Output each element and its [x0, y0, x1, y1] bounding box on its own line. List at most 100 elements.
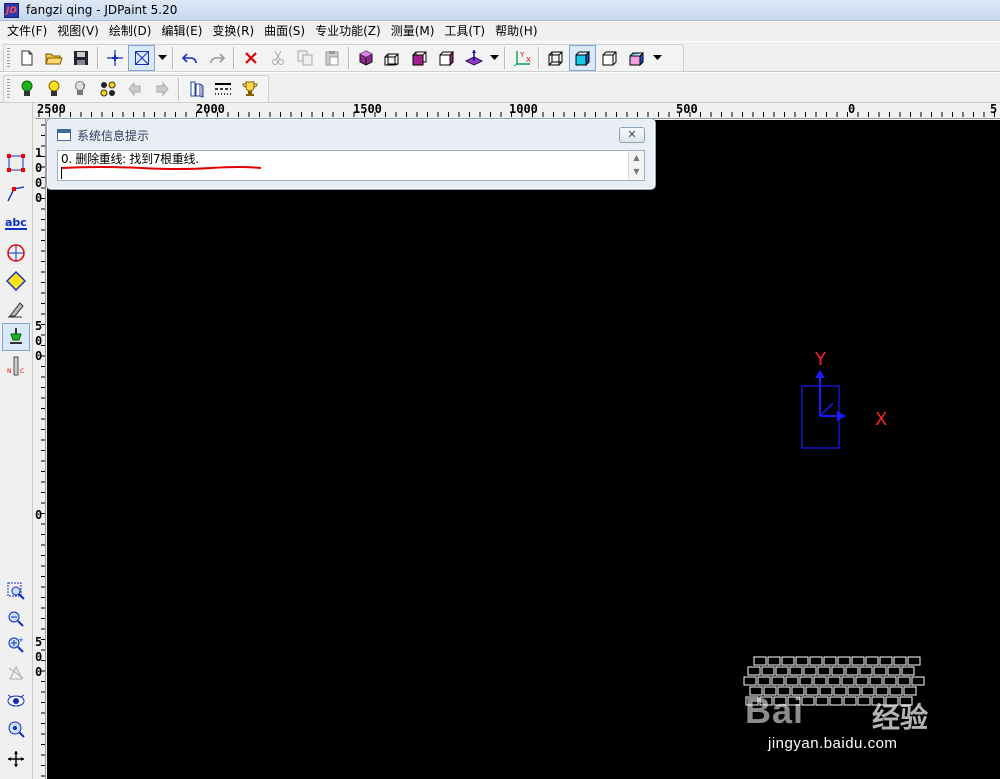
main-toolbar-strip: YX: [3, 44, 684, 72]
arrow-left-icon[interactable]: [121, 76, 148, 102]
light-green-icon[interactable]: [13, 76, 40, 102]
message-text: 0. 删除重线: 找到7根重线.: [61, 152, 199, 166]
front-view-icon[interactable]: [406, 45, 433, 71]
message-window-titlebar[interactable]: 系统信息提示 ✕: [47, 119, 655, 147]
message-scrollbar[interactable]: ▲ ▼: [628, 151, 644, 180]
ruler-label: 0: [35, 176, 43, 190]
select-mode-dropdown[interactable]: [155, 45, 169, 71]
plane-axis-icon[interactable]: [460, 45, 487, 71]
zoom-all-icon[interactable]: [2, 715, 30, 743]
zoom-out-icon[interactable]: [2, 605, 30, 633]
curve-draw-icon[interactable]: [2, 179, 30, 207]
ruler-label: 0: [35, 650, 43, 664]
menu-surface[interactable]: 曲面(S): [261, 21, 312, 41]
polygon-tool-icon[interactable]: [2, 267, 30, 295]
light-yellow-icon[interactable]: [40, 76, 67, 102]
copy-icon[interactable]: [291, 45, 318, 71]
watermark-brick: [911, 676, 925, 686]
watermark-brick: [815, 696, 829, 706]
redo-icon[interactable]: [203, 45, 230, 71]
save-icon[interactable]: [67, 45, 94, 71]
render-mode-icon[interactable]: [623, 45, 650, 71]
view-dropdown[interactable]: [487, 45, 501, 71]
select-box-icon[interactable]: [128, 45, 155, 71]
watermark-brick: [869, 676, 883, 686]
red-underline-annotation: [61, 166, 261, 170]
menu-special[interactable]: 专业功能(Z): [312, 21, 388, 41]
watermark-brick: [743, 676, 757, 686]
open-folder-icon[interactable]: [40, 45, 67, 71]
vertical-ruler: 1 0 0 0 5 0 0 0 5 0 0: [33, 119, 46, 779]
new-file-icon[interactable]: [13, 45, 40, 71]
toolpath-icon[interactable]: NC: [2, 353, 30, 381]
trophy-icon[interactable]: [236, 76, 263, 102]
watermark-brick: [837, 656, 851, 666]
circle-tool-icon[interactable]: [2, 239, 30, 267]
menu-tools[interactable]: 工具(T): [441, 21, 492, 41]
pan-icon[interactable]: [2, 745, 30, 773]
menu-edit[interactable]: 编辑(E): [158, 21, 209, 41]
render-dropdown[interactable]: [650, 45, 664, 71]
side-view-icon[interactable]: [433, 45, 460, 71]
svg-text:X: X: [526, 56, 531, 64]
zoom-in-icon[interactable]: +: [2, 631, 30, 659]
watermark-brand: Bai: [745, 690, 805, 731]
message-window-title: 系统信息提示: [77, 129, 150, 143]
line-pattern-icon[interactable]: [209, 76, 236, 102]
y-axis-label: Y: [814, 349, 827, 370]
delete-icon[interactable]: [237, 45, 264, 71]
paste-icon[interactable]: [318, 45, 345, 71]
ruler-label: 1: [35, 146, 43, 160]
node-edit-icon[interactable]: [2, 149, 30, 177]
watermark-brick: [831, 666, 845, 676]
solid-view-icon[interactable]: [352, 45, 379, 71]
arrow-right-icon[interactable]: [148, 76, 175, 102]
crosshair-icon[interactable]: [101, 45, 128, 71]
ruler-label: 2000: [196, 103, 225, 116]
toolbar-grip[interactable]: [7, 48, 10, 68]
toolbar-grip[interactable]: [7, 79, 10, 99]
box-view-icon[interactable]: [596, 45, 623, 71]
light-setting-icon[interactable]: ?: [67, 76, 94, 102]
zoom-previous-icon[interactable]: [2, 659, 30, 687]
shaded-face-icon[interactable]: [569, 45, 596, 71]
layers-icon[interactable]: [182, 76, 209, 102]
z-axis-line: [819, 402, 834, 417]
sculpt-tool-icon[interactable]: [2, 295, 30, 323]
scroll-up-icon[interactable]: ▲: [629, 151, 644, 165]
undo-icon[interactable]: [176, 45, 203, 71]
message-textarea[interactable]: 0. 删除重线: 找到7根重线. ▲ ▼: [57, 150, 645, 181]
watermark-brick: [887, 666, 901, 676]
wireframe-icon[interactable]: [542, 45, 569, 71]
iso-view-icon[interactable]: [379, 45, 406, 71]
menu-draw[interactable]: 绘制(D): [106, 21, 159, 41]
close-button[interactable]: ✕: [619, 127, 645, 143]
watermark-brick: [819, 686, 833, 696]
watermark-brick: [893, 656, 907, 666]
text-tool-icon[interactable]: abc: [2, 209, 30, 237]
watermark-brick: [833, 686, 847, 696]
svg-text:?: ?: [82, 83, 86, 91]
light-group-icon[interactable]: [94, 76, 121, 102]
ruler-label: 0: [848, 103, 856, 116]
menu-help[interactable]: 帮助(H): [492, 21, 544, 41]
mill-tool-icon[interactable]: [2, 323, 30, 351]
watermark-brick: [879, 656, 893, 666]
watermark-brick: [785, 676, 799, 686]
horizontal-ruler: 2500 2000 1500 1000 500 0 5: [35, 103, 1000, 119]
svg-text:C: C: [20, 368, 24, 375]
watermark-brick: [901, 666, 915, 676]
cut-icon[interactable]: [264, 45, 291, 71]
secondary-toolbar: ?: [0, 72, 1000, 103]
menu-file[interactable]: 文件(F): [4, 21, 54, 41]
view-eye-icon[interactable]: [2, 687, 30, 715]
watermark-brick: [875, 686, 889, 696]
zoom-window-icon[interactable]: [2, 577, 30, 605]
menu-transform[interactable]: 变换(R): [209, 21, 261, 41]
scroll-down-icon[interactable]: ▼: [629, 165, 644, 179]
menu-view[interactable]: 视图(V): [54, 21, 106, 41]
menu-measure[interactable]: 测量(M): [388, 21, 442, 41]
system-message-window: 系统信息提示 ✕ 0. 删除重线: 找到7根重线. ▲ ▼: [46, 118, 656, 190]
watermark-brand-cn: 经验: [872, 701, 929, 734]
coordinate-axis-icon[interactable]: YX: [508, 45, 535, 71]
